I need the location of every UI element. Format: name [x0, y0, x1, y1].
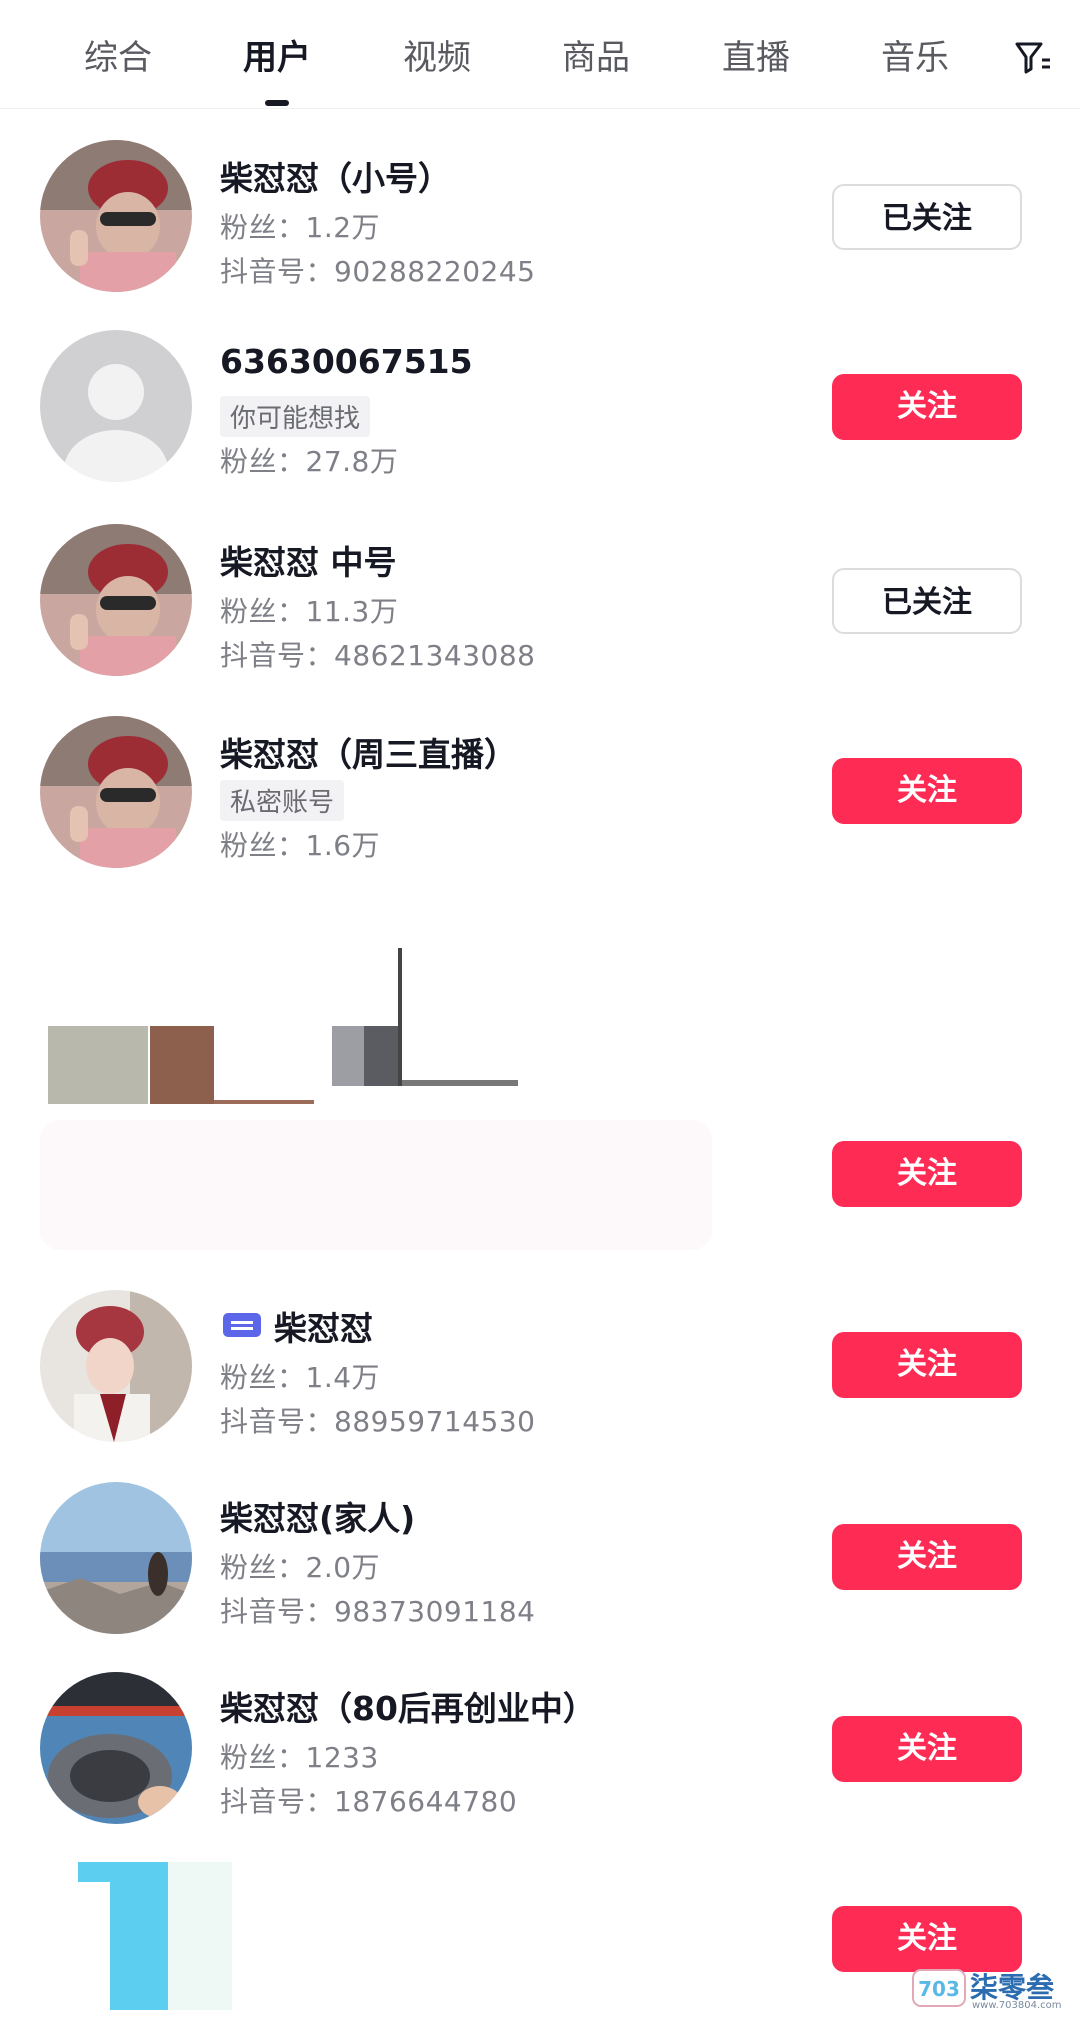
user-result-row[interactable]: 柴怼怼（80后再创业中） 粉丝：1233 抖音号：1876644780 关注 — [0, 1628, 1080, 1824]
svg-text:703: 703 — [918, 1977, 960, 2001]
avatar[interactable] — [40, 140, 192, 292]
douyin-id: 抖音号：98373091184 — [220, 1595, 536, 1628]
user-result-row[interactable]: 柴怼怼（小号） 粉丝：1.2万 抖音号：90288220245 已关注 — [0, 108, 1080, 298]
follow-button[interactable]: 关注 — [832, 374, 1022, 440]
tab-comprehensive[interactable]: 综合 — [53, 30, 183, 86]
tab-music[interactable]: 音乐 — [850, 30, 980, 86]
obscured-block — [214, 1100, 314, 1104]
user-name: 柴怼怼 中号 — [220, 543, 397, 582]
follower-count: 粉丝：11.3万 — [220, 595, 399, 628]
user-name: 柴怼怼 — [274, 1309, 373, 1348]
douyin-id: 抖音号：48621343088 — [220, 639, 536, 672]
tab-live[interactable]: 直播 — [691, 30, 821, 86]
user-result-row[interactable]: 柴怼怼 粉丝：1.4万 抖音号：88959714530 关注 — [0, 1248, 1080, 1442]
follower-count: 粉丝：1.6万 — [220, 829, 381, 862]
follow-button[interactable]: 关注 — [832, 1332, 1022, 1398]
site-watermark: 703 柒零叁 www.703804.com — [912, 1966, 1072, 2012]
badge-icon — [223, 1313, 261, 1337]
follower-count: 粉丝：1233 — [220, 1741, 379, 1774]
active-tab-indicator — [265, 100, 289, 106]
tab-videos[interactable]: 视频 — [372, 30, 502, 86]
obscured-block — [332, 1026, 366, 1086]
avatar[interactable] — [40, 1290, 192, 1442]
douyin-id: 抖音号：1876644780 — [220, 1785, 518, 1818]
private-account-tag: 私密账号 — [220, 780, 345, 821]
filter-icon[interactable] — [1014, 40, 1052, 76]
tab-products[interactable]: 商品 — [531, 30, 661, 86]
user-name: 63630067515 — [220, 342, 473, 381]
obscured-block — [402, 1080, 518, 1086]
obscured-block — [398, 948, 402, 1086]
search-tab-bar: 综合 用户 视频 商品 直播 音乐 — [0, 0, 1080, 109]
follower-count: 粉丝：1.4万 — [220, 1361, 381, 1394]
user-result-row[interactable]: 柴怼怼 中号 粉丝：11.3万 抖音号：48621343088 已关注 — [0, 488, 1080, 678]
default-avatar-icon[interactable] — [40, 330, 192, 482]
user-name: 柴怼怼（周三直播） — [220, 735, 517, 774]
follower-count: 粉丝：27.8万 — [220, 445, 399, 478]
avatar[interactable] — [40, 1672, 192, 1824]
obscured-block — [150, 1026, 214, 1104]
suggestion-tag: 你可能想找 — [220, 396, 371, 437]
watermark-logo-icon: 703 — [912, 1969, 966, 2007]
obscured-block — [364, 1026, 402, 1086]
follow-button[interactable]: 关注 — [832, 1141, 1022, 1207]
follower-count: 粉丝：2.0万 — [220, 1551, 381, 1584]
obscured-block — [168, 1862, 232, 2010]
user-name: 柴怼怼（小号） — [220, 159, 451, 198]
user-result-row[interactable]: 柴怼怼（周三直播） 私密账号 粉丝：1.6万 关注 — [0, 678, 1080, 868]
follow-button[interactable]: 关注 — [832, 1716, 1022, 1782]
following-button[interactable]: 已关注 — [832, 184, 1022, 250]
follow-button[interactable]: 关注 — [832, 1906, 1022, 1972]
user-result-row-obscured[interactable]: 关注 — [0, 868, 1080, 1250]
follower-count: 粉丝：1.2万 — [220, 211, 381, 244]
douyin-id: 抖音号：90288220245 — [220, 255, 536, 288]
obscured-block — [40, 1120, 712, 1250]
avatar[interactable] — [40, 524, 192, 676]
following-button[interactable]: 已关注 — [832, 568, 1022, 634]
avatar[interactable] — [40, 1482, 192, 1634]
avatar[interactable] — [40, 716, 192, 868]
user-name: 柴怼怼（80后再创业中） — [220, 1689, 596, 1728]
follow-button[interactable]: 关注 — [832, 758, 1022, 824]
obscured-block — [110, 1862, 168, 2010]
douyin-id: 抖音号：88959714530 — [220, 1405, 536, 1438]
tab-users[interactable]: 用户 — [212, 30, 342, 86]
obscured-block — [48, 1026, 148, 1104]
follow-button[interactable]: 关注 — [832, 1524, 1022, 1590]
watermark-url: www.703804.com — [972, 2000, 1062, 2011]
user-name: 柴怼怼(家人) — [220, 1499, 416, 1538]
user-result-row[interactable]: 63630067515 你可能想找 粉丝：27.8万 关注 — [0, 298, 1080, 488]
user-result-row[interactable]: 柴怼怼(家人) 粉丝：2.0万 抖音号：98373091184 关注 — [0, 1438, 1080, 1634]
